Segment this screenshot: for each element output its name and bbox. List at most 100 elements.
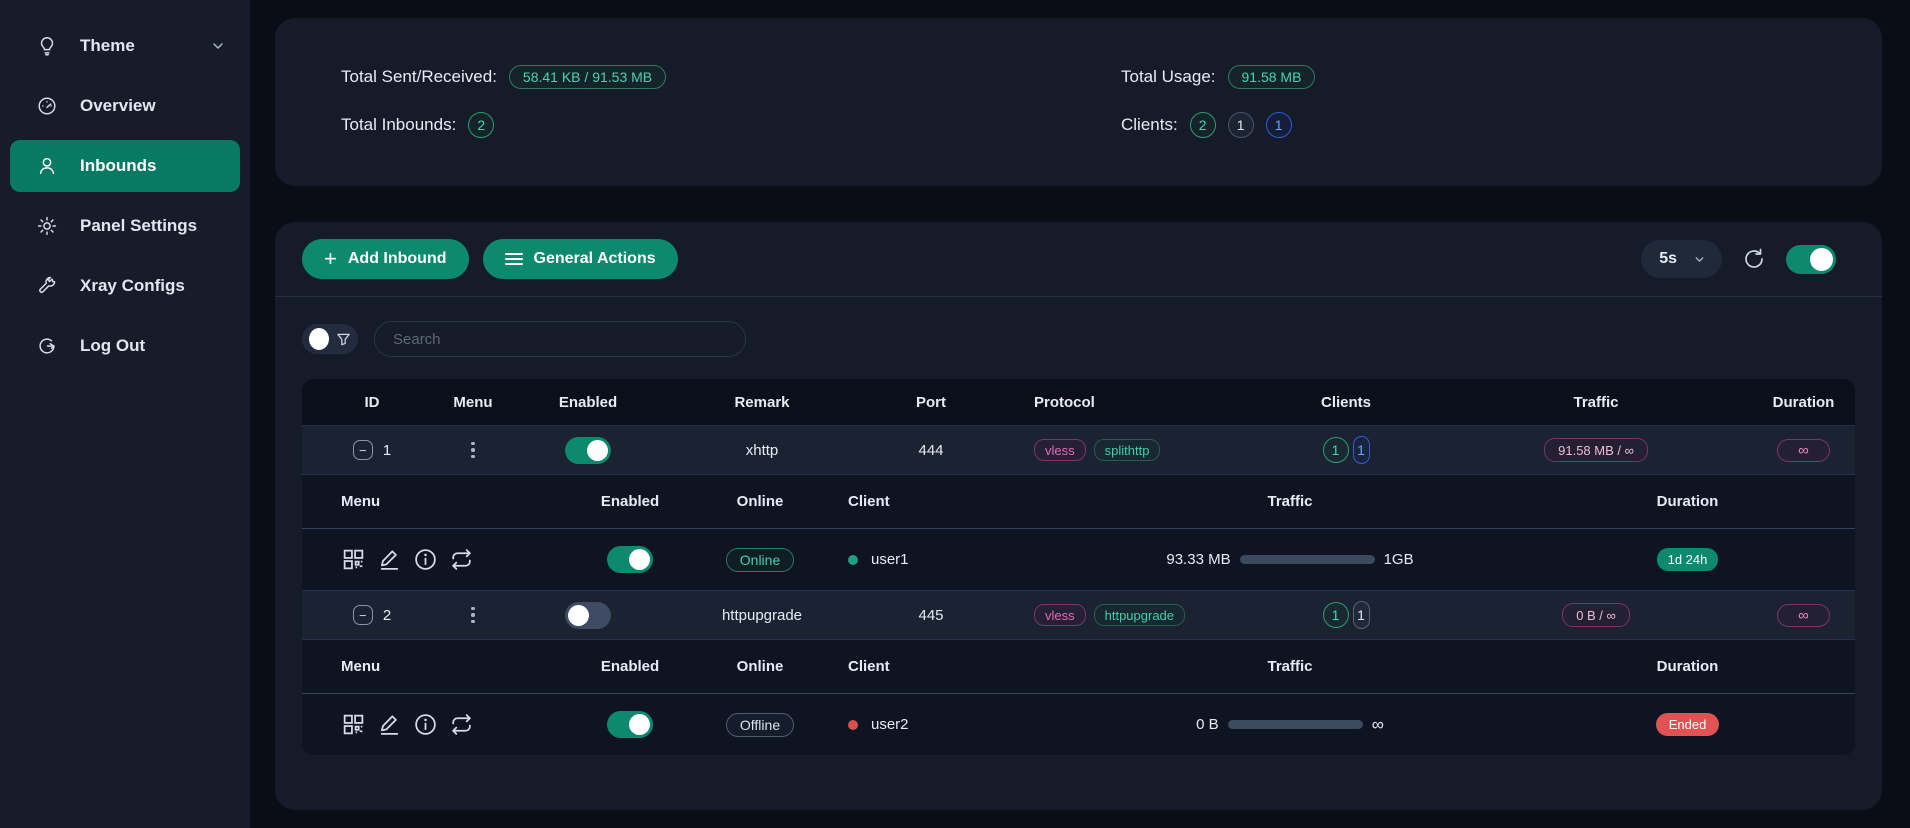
client-name: user2	[871, 716, 909, 733]
sidebar-item-label: Inbounds	[80, 156, 156, 176]
client-row: Offline user2 0 B ∞ Ended	[302, 694, 1855, 755]
total-inbounds-badge: 2	[468, 112, 494, 138]
client-count-badge: 1	[1323, 437, 1349, 463]
protocol-tag: vless	[1034, 439, 1086, 461]
client-enabled-toggle[interactable]	[607, 546, 653, 573]
collapse-row-button[interactable]: −	[353, 605, 373, 625]
col-protocol: Protocol	[1010, 394, 1252, 411]
app-window: Theme Overview Inbounds	[0, 0, 1910, 828]
collapse-row-button[interactable]: −	[353, 440, 373, 460]
sidebar: Theme Overview Inbounds	[0, 0, 250, 828]
refresh-icon[interactable]	[1742, 247, 1766, 271]
inbound-id: 1	[383, 442, 391, 459]
client-online-badge: 1	[1353, 601, 1370, 629]
traffic-badge: 0 B / ∞	[1562, 603, 1630, 627]
traffic-used: 93.33 MB	[1166, 551, 1230, 568]
client-online-badge: 1	[1353, 436, 1370, 464]
auto-refresh-toggle[interactable]	[1786, 245, 1836, 274]
info-icon[interactable]	[413, 712, 438, 737]
traffic-total: ∞	[1372, 715, 1384, 735]
qr-code-icon[interactable]	[341, 547, 366, 572]
col-traffic: Traffic	[1440, 394, 1752, 411]
inbound-port: 444	[852, 442, 1010, 459]
client-duration-badge: Ended	[1656, 713, 1720, 736]
subcol-online: Online	[700, 658, 820, 675]
col-menu: Menu	[442, 394, 504, 411]
plus-icon: +	[324, 248, 337, 270]
client-enabled-toggle[interactable]	[607, 711, 653, 738]
general-actions-button[interactable]: General Actions	[483, 239, 678, 279]
subcol-enabled: Enabled	[560, 658, 700, 675]
protocol-tag: vless	[1034, 604, 1086, 626]
online-status-badge: Offline	[726, 713, 794, 737]
col-clients: Clients	[1252, 394, 1440, 411]
edit-icon[interactable]	[377, 712, 402, 737]
online-status-badge: Online	[726, 548, 794, 572]
traffic-progress-bar	[1228, 720, 1363, 729]
subcol-traffic: Traffic	[1060, 493, 1520, 510]
subcol-duration: Duration	[1520, 493, 1855, 510]
inbound-port: 445	[852, 607, 1010, 624]
client-duration-badge: 1d 24h	[1657, 548, 1719, 571]
inbounds-table: ID Menu Enabled Remark Port Protocol Cli…	[302, 379, 1855, 755]
sidebar-item-inbounds[interactable]: Inbounds	[10, 140, 240, 192]
gauge-icon	[36, 95, 58, 117]
table-header: ID Menu Enabled Remark Port Protocol Cli…	[302, 379, 1855, 425]
sidebar-item-label: Log Out	[80, 336, 145, 356]
reset-traffic-icon[interactable]	[449, 547, 474, 572]
refresh-interval-select[interactable]: 5s	[1641, 240, 1722, 278]
client-name: user1	[871, 551, 909, 568]
stat-clients: Clients: 2 1 1	[1121, 110, 1882, 140]
transport-tag: splithttp	[1094, 439, 1161, 461]
sidebar-item-overview[interactable]: Overview	[10, 80, 240, 132]
traffic-used: 0 B	[1196, 716, 1219, 733]
client-count-badge: 1	[1323, 602, 1349, 628]
total-usage-badge: 91.58 MB	[1228, 65, 1316, 89]
logout-icon	[36, 335, 58, 357]
edit-icon[interactable]	[377, 547, 402, 572]
duration-badge: ∞	[1777, 439, 1830, 462]
search-input[interactable]	[374, 321, 746, 357]
stat-label: Total Usage:	[1121, 67, 1216, 87]
stats-card: Total Sent/Received: 58.41 KB / 91.53 MB…	[275, 18, 1882, 186]
transport-tag: httpupgrade	[1094, 604, 1185, 626]
sidebar-item-label: Overview	[80, 96, 156, 116]
sidebar-item-label: Panel Settings	[80, 216, 197, 236]
subcol-duration: Duration	[1520, 658, 1855, 675]
inbound-row: − 2 httpupgrade 445 vless httpupgrade	[302, 590, 1855, 640]
stat-label: Clients:	[1121, 115, 1178, 135]
inbound-enabled-toggle[interactable]	[565, 602, 611, 629]
funnel-icon	[336, 332, 351, 347]
reset-traffic-icon[interactable]	[449, 712, 474, 737]
col-port: Port	[852, 394, 1010, 411]
user-icon	[36, 155, 58, 177]
chevron-down-icon	[1693, 253, 1706, 266]
inbound-enabled-toggle[interactable]	[565, 437, 611, 464]
client-row: Online user1 93.33 MB 1GB 1d 24h	[302, 529, 1855, 590]
traffic-progress-bar	[1240, 555, 1375, 564]
wrench-icon	[36, 275, 58, 297]
client-status-dot	[848, 720, 858, 730]
info-icon[interactable]	[413, 547, 438, 572]
stat-label: Total Sent/Received:	[341, 67, 497, 87]
chevron-down-icon	[210, 38, 226, 54]
sidebar-item-log-out[interactable]: Log Out	[10, 320, 240, 372]
subcol-client: Client	[820, 493, 1060, 510]
client-status-dot	[848, 555, 858, 565]
stat-sent-received: Total Sent/Received: 58.41 KB / 91.53 MB	[341, 62, 1121, 92]
subcol-menu: Menu	[302, 658, 560, 675]
sidebar-item-xray-configs[interactable]: Xray Configs	[10, 260, 240, 312]
theme-selector[interactable]: Theme	[10, 20, 240, 72]
toolbar: + Add Inbound General Actions 5s	[275, 222, 1882, 296]
add-inbound-button[interactable]: + Add Inbound	[302, 239, 469, 279]
inbound-remark: xhttp	[672, 442, 852, 459]
stat-total-inbounds: Total Inbounds: 2	[341, 110, 1121, 140]
filter-toggle[interactable]	[302, 324, 358, 354]
col-enabled: Enabled	[504, 394, 672, 411]
qr-code-icon[interactable]	[341, 712, 366, 737]
row-menu-button[interactable]	[467, 438, 479, 463]
subcol-enabled: Enabled	[560, 493, 700, 510]
sidebar-item-panel-settings[interactable]: Panel Settings	[10, 200, 240, 252]
row-menu-button[interactable]	[467, 603, 479, 628]
hamburger-icon	[505, 252, 523, 266]
